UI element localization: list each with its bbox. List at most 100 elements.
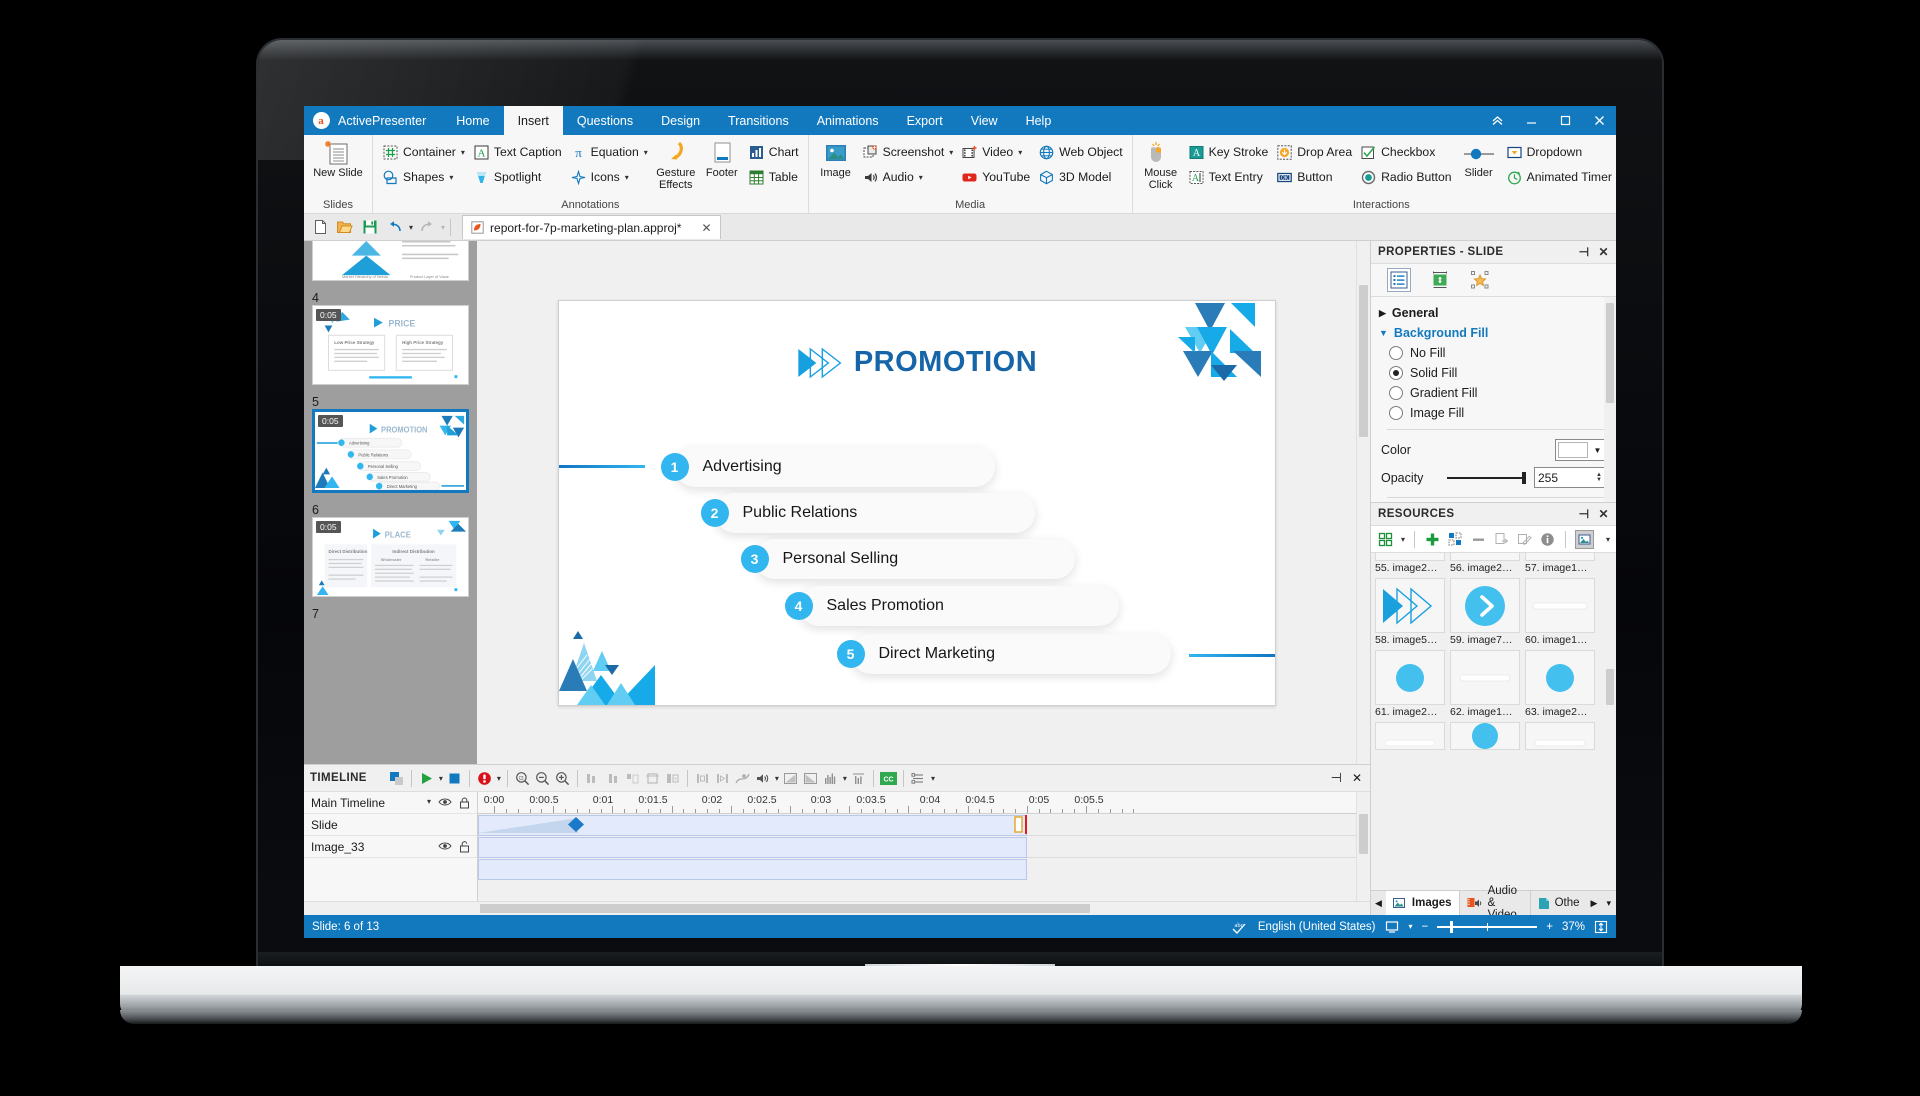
slider-knob[interactable]: [1522, 471, 1526, 484]
zoom-out-icon[interactable]: [534, 770, 551, 787]
filter-images-icon[interactable]: [1575, 529, 1595, 549]
fill-option-no-fill[interactable]: No Fill: [1379, 343, 1606, 363]
canvas-vertical-scrollbar[interactable]: [1356, 241, 1370, 764]
view-mode-chevron-down-icon[interactable]: ▾: [1401, 535, 1405, 544]
fill-option-solid-fill[interactable]: Solid Fill: [1379, 363, 1606, 383]
chevron-down-icon[interactable]: ▾: [644, 148, 648, 157]
record-icon[interactable]: [476, 770, 493, 787]
resource-item[interactable]: 58. image5…: [1375, 578, 1445, 648]
play-icon[interactable]: [418, 770, 435, 787]
normalize-icon[interactable]: [850, 770, 867, 787]
image-button[interactable]: Image: [815, 138, 857, 179]
timeline-track-row-image33[interactable]: [478, 836, 1356, 858]
slide-transition-icon[interactable]: [1429, 269, 1451, 291]
slide-canvas-area[interactable]: PROMOTION 1 Advertising 2 Public Relatio…: [477, 241, 1356, 764]
fit-to-window-icon[interactable]: [1594, 920, 1608, 934]
collapse-ribbon-icon[interactable]: [1480, 106, 1514, 135]
waveform-chevron-down-icon[interactable]: ▾: [843, 774, 847, 783]
maximize-icon[interactable]: [1548, 106, 1582, 135]
zoom-knob[interactable]: [1450, 920, 1454, 933]
ribbon-tab-questions[interactable]: Questions: [563, 106, 647, 135]
shapes-button[interactable]: Shapes ▾: [379, 166, 468, 188]
slide-animation-icon[interactable]: [1469, 269, 1491, 291]
keyframe-diamond-icon[interactable]: [566, 816, 586, 833]
canvas-scroll-thumb[interactable]: [1359, 285, 1368, 437]
animated-timer-button[interactable]: Animated Timer ▾: [1503, 166, 1616, 188]
language-indicator[interactable]: English (United States): [1258, 921, 1376, 933]
screenshot-button[interactable]: Screenshot ▾: [859, 141, 957, 163]
add-keyframe-icon[interactable]: [388, 770, 405, 787]
track-options-icon[interactable]: [910, 770, 927, 787]
properties-pin-icon[interactable]: ⊣: [1579, 245, 1590, 259]
chevron-down-icon[interactable]: ▼: [1590, 446, 1605, 455]
timeline-hscroll-thumb[interactable]: [480, 904, 1090, 913]
eye-icon[interactable]: [438, 797, 452, 809]
volume-chevron-down-icon[interactable]: ▾: [775, 774, 779, 783]
open-file-icon[interactable]: [333, 216, 356, 238]
equation-button[interactable]: π Equation ▾: [567, 141, 651, 163]
track-chevron-down-icon[interactable]: ▾: [931, 774, 935, 783]
promotion-item-2[interactable]: 2 Public Relations: [700, 492, 1035, 533]
resource-item[interactable]: 59. image7…: [1450, 578, 1520, 648]
undo-chevron-down-icon[interactable]: ▾: [409, 223, 413, 232]
minimize-icon[interactable]: [1514, 106, 1548, 135]
text-entry-button[interactable]: A Text Entry: [1185, 166, 1272, 188]
timeline-selector-row[interactable]: Main Timeline ▾: [304, 792, 477, 814]
stop-icon[interactable]: [446, 770, 463, 787]
promotion-item-3[interactable]: 3 Personal Selling: [740, 538, 1075, 579]
key-stroke-button[interactable]: A Key Stroke: [1185, 141, 1272, 163]
chevron-down-icon[interactable]: ▾: [1018, 148, 1022, 157]
zoom-in-icon[interactable]: [554, 770, 571, 787]
record-chevron-down-icon[interactable]: ▾: [497, 774, 501, 783]
timeline-playhead[interactable]: [1025, 815, 1027, 834]
table-button[interactable]: Table: [745, 166, 802, 188]
resources-vertical-scrollbar[interactable]: [1604, 553, 1616, 890]
properties-close-icon[interactable]: ✕: [1599, 245, 1609, 259]
gesture-effects-button[interactable]: Gesture Effects: [653, 138, 699, 191]
resources-tab-images[interactable]: Images: [1385, 891, 1460, 915]
view-mode-icon[interactable]: [1377, 531, 1394, 548]
spinner-arrows-icon[interactable]: ▲ ▼: [1596, 472, 1602, 483]
fill-option-image-fill[interactable]: Image Fill: [1379, 403, 1606, 423]
resources-tabs-scroll-left-icon[interactable]: ◀: [1371, 891, 1386, 915]
ribbon-tab-transitions[interactable]: Transitions: [714, 106, 803, 135]
container-button[interactable]: Container ▾: [379, 141, 468, 163]
closed-caption-icon[interactable]: CC: [879, 770, 897, 787]
checkbox-button[interactable]: Checkbox: [1357, 141, 1454, 163]
fade-out-icon[interactable]: [802, 770, 819, 787]
timeline-close-icon[interactable]: ✕: [1352, 771, 1362, 785]
drop-area-button[interactable]: Drop Area: [1273, 141, 1355, 163]
fill-option-gradient-fill[interactable]: Gradient Fill: [1379, 383, 1606, 403]
close-icon[interactable]: [1582, 106, 1616, 135]
playhead-handle-icon[interactable]: [1014, 816, 1024, 833]
lock-icon[interactable]: [459, 797, 470, 809]
timeline-bar-empty[interactable]: [478, 859, 1027, 880]
redo-icon[interactable]: [415, 216, 438, 238]
resources-close-icon[interactable]: ✕: [1599, 507, 1609, 521]
audio-button[interactable]: Audio ▾: [859, 166, 957, 188]
slide-canvas[interactable]: PROMOTION 1 Advertising 2 Public Relatio…: [557, 299, 1276, 706]
promotion-item-1[interactable]: 1 Advertising: [660, 446, 995, 487]
spotlight-button[interactable]: Spotlight: [470, 166, 565, 188]
resource-item[interactable]: 56. image2…: [1450, 553, 1520, 576]
promotion-item-5[interactable]: 5 Direct Marketing: [836, 633, 1171, 674]
slide-properties-icon[interactable]: [1387, 268, 1411, 292]
chevron-down-icon[interactable]: ▾: [919, 173, 923, 182]
web-object-button[interactable]: Web Object: [1035, 141, 1125, 163]
youtube-button[interactable]: YouTube: [958, 166, 1033, 188]
timeline-vertical-scrollbar[interactable]: [1356, 792, 1370, 901]
slide-thumb-5[interactable]: PRICE Low Price Strategy High Price Stra…: [312, 305, 469, 385]
3d-model-button[interactable]: 3D Model: [1035, 166, 1125, 188]
chevron-down-icon[interactable]: ▾: [449, 173, 453, 182]
properties-section-general[interactable]: ▶ General: [1379, 303, 1606, 323]
dropdown-button[interactable]: Dropdown: [1503, 141, 1616, 163]
document-tab[interactable]: report-for-7p-marketing-plan.approj* ✕: [462, 215, 721, 239]
text-caption-button[interactable]: A Text Caption: [470, 141, 565, 163]
add-multiple-icon[interactable]: [1447, 531, 1464, 548]
ribbon-tab-animations[interactable]: Animations: [803, 106, 893, 135]
timeline-track-slide[interactable]: Slide: [304, 814, 477, 836]
chart-button[interactable]: Chart: [745, 141, 802, 163]
add-resource-icon[interactable]: [1424, 531, 1441, 548]
spellcheck-icon[interactable]: abc: [1232, 920, 1249, 934]
resource-item[interactable]: [1525, 722, 1595, 750]
